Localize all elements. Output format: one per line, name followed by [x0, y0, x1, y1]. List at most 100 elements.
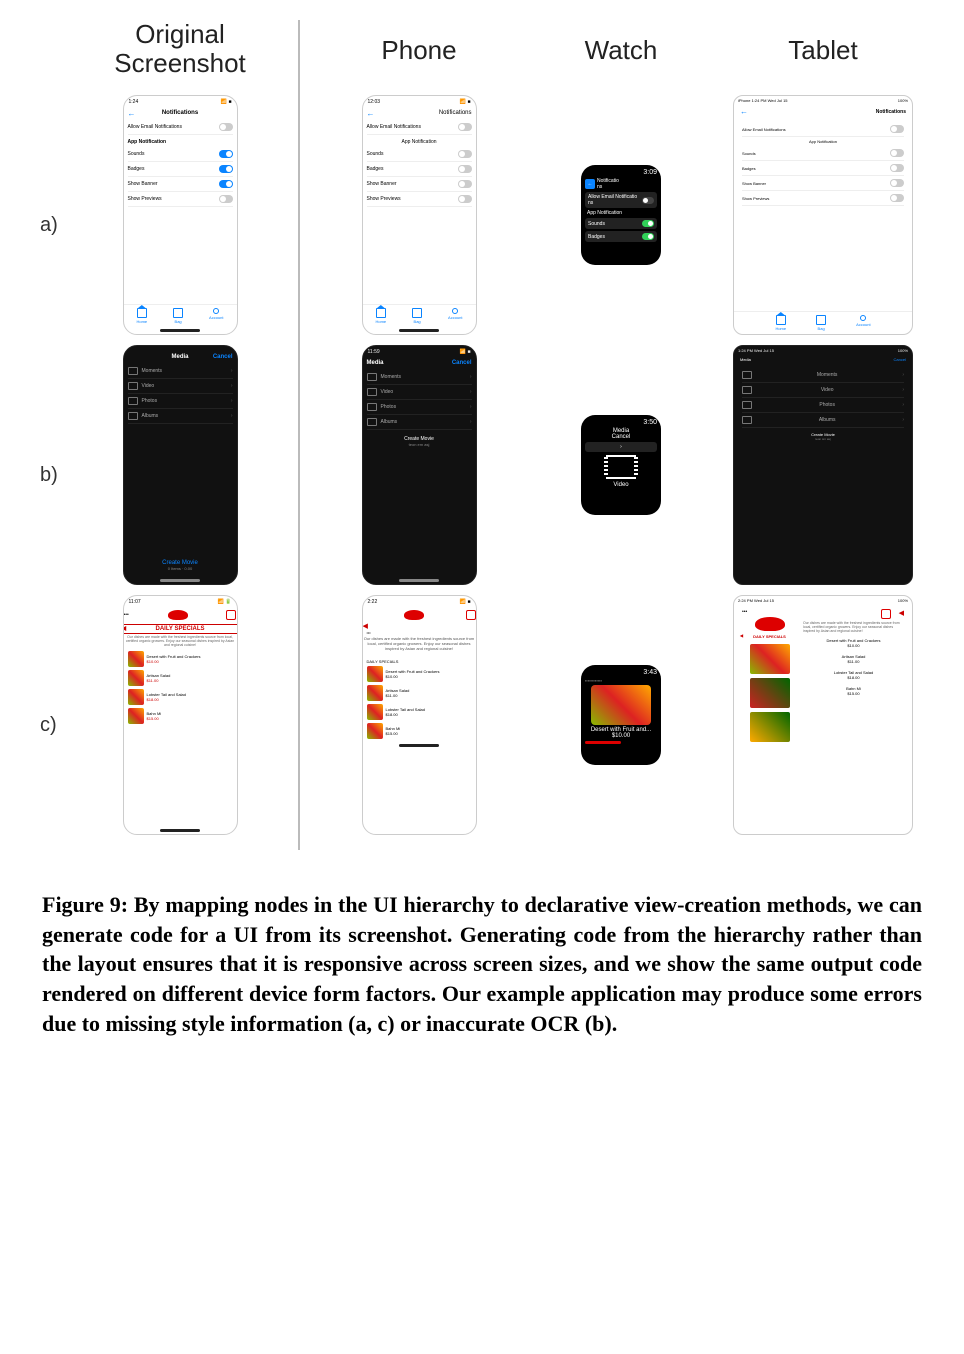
back-icon[interactable]: ←	[740, 107, 748, 116]
header-phone: Phone	[318, 35, 520, 66]
cart-icon[interactable]	[881, 609, 891, 619]
gen-phone-specials: 2:22📶 ■ ◀ ••• Our dishes are made with t…	[362, 595, 477, 835]
toggle[interactable]	[458, 165, 472, 173]
row-albums[interactable]: Albums›	[128, 409, 233, 424]
thumb	[367, 723, 383, 739]
toggle[interactable]	[458, 123, 472, 131]
gen-watch-specials: 3:43 ▪▪▪▪▪▪▪▪▪▪▪▪ Desert with Fruit and.…	[581, 665, 661, 765]
row-photos[interactable]: Photos›	[742, 398, 904, 413]
navbar-title: Media	[740, 357, 751, 362]
row-video[interactable]: Video›	[128, 379, 233, 394]
video-label[interactable]: Video	[585, 482, 657, 488]
row-moments[interactable]: Moments›	[367, 370, 472, 385]
progress-bar	[585, 741, 621, 744]
lips-logo	[404, 610, 424, 620]
label-allow-email: Allow Email Notifications	[367, 124, 421, 130]
food-thumb	[128, 689, 144, 705]
tab-account[interactable]: Account	[856, 315, 870, 331]
menu-item[interactable]: Lobster Tail and Salad$18.00	[128, 689, 233, 705]
label-video: Video	[142, 383, 155, 389]
menu-item[interactable]: Desert with Fruit and Crackers$10.00	[128, 651, 233, 667]
toggle-badges[interactable]	[219, 165, 233, 173]
tab-bag[interactable]: Bag	[816, 315, 826, 331]
tab-home[interactable]: Home	[775, 315, 786, 331]
toggle[interactable]	[642, 197, 654, 204]
figure-caption: Figure 9: By mapping nodes in the UI hie…	[42, 890, 922, 1038]
row-albums[interactable]: Albums›	[367, 415, 472, 430]
menu-item[interactable]: Artisan Salad$11.00	[128, 670, 233, 686]
chevron-row[interactable]: ›	[585, 442, 657, 452]
toggle[interactable]	[642, 233, 654, 240]
toggle[interactable]	[890, 149, 904, 157]
tabbar: Home Bag Account	[124, 304, 237, 327]
gen-tablet-specials: 2:24 PM Wed Jul 15100% ••• DAILY SPECIAL…	[733, 595, 913, 835]
person-icon	[213, 308, 219, 314]
tab-bag[interactable]: Bag	[412, 308, 422, 324]
chevron-icon: ›	[470, 419, 472, 425]
toggle[interactable]	[890, 194, 904, 202]
menu-item[interactable]: Lobster Tail and Salad$18.00	[367, 704, 472, 720]
back-icon[interactable]: ←	[585, 179, 595, 189]
gen-phone-notifications: 12:03📶 ■ ←Notifications Allow Email Noti…	[362, 95, 477, 335]
tab-bag[interactable]: Bag	[173, 308, 183, 324]
section-header: App Notification	[742, 139, 904, 144]
menu-item[interactable]: Artisan Salad$11.00	[367, 685, 472, 701]
cancel-button[interactable]: Cancel	[585, 434, 657, 440]
menu-item[interactable]: Bahn Mi$15.00	[128, 708, 233, 724]
more-icon[interactable]: •••	[124, 612, 129, 618]
status-bar: 1:24 📶 ■	[124, 96, 237, 108]
cart-icon[interactable]	[226, 610, 236, 620]
cancel-button[interactable]: Cancel	[452, 360, 472, 366]
bag-icon	[816, 315, 826, 325]
toggle[interactable]	[890, 179, 904, 187]
food-thumb	[750, 644, 790, 674]
toggle-show-previews[interactable]	[219, 195, 233, 203]
row-label-b: b)	[40, 350, 80, 600]
row-moments[interactable]: Moments›	[742, 368, 904, 383]
cancel-button[interactable]: Cancel	[213, 354, 233, 360]
back-icon[interactable]: ←	[128, 109, 136, 118]
original-specials-phone: 11:07📶 🔋 ••• DAILY SPECIALS Our dishes a…	[123, 595, 238, 835]
toggle-allow-email[interactable]	[219, 123, 233, 131]
tab-account[interactable]: Account	[209, 308, 223, 324]
create-movie-button[interactable]: Create Movie 0 Items · 0.00	[124, 554, 237, 577]
menu-item[interactable]: Bahn Mi$15.00	[367, 723, 472, 739]
toggle[interactable]	[890, 164, 904, 172]
toggle-sounds[interactable]	[219, 150, 233, 158]
toggle[interactable]	[890, 125, 904, 133]
label: Show Previews	[742, 196, 769, 201]
tab-account[interactable]: Account	[448, 308, 462, 324]
chevron-icon: ›	[470, 374, 472, 380]
menu-item[interactable]: Desert with Fruit and Crackers$10.00	[367, 666, 472, 682]
label-sounds: Sounds	[128, 151, 145, 157]
row-moments[interactable]: Moments›	[128, 364, 233, 379]
label: Photos	[756, 402, 898, 408]
more-icon[interactable]: •••	[742, 609, 797, 615]
row-video[interactable]: Video›	[742, 383, 904, 398]
cart-icon[interactable]	[466, 610, 476, 620]
section-app-notification: App Notification	[128, 139, 233, 145]
original-header: Original Screenshot	[114, 20, 246, 80]
tab-label: Account	[448, 315, 462, 320]
back-triangle-icon[interactable]: ◀	[899, 609, 904, 619]
tab-home[interactable]: Home	[136, 308, 147, 324]
status-left: iPhone 1:24 PM Wed Jul 15	[738, 98, 788, 103]
tab-bag-label: Bag	[175, 319, 182, 324]
toggle[interactable]	[458, 150, 472, 158]
toggle[interactable]	[642, 220, 654, 227]
toggle[interactable]	[458, 180, 472, 188]
cancel-button[interactable]: Cancel	[894, 357, 906, 362]
row-video[interactable]: Video›	[367, 385, 472, 400]
back-icon[interactable]: ←	[367, 109, 375, 118]
toggle[interactable]	[458, 195, 472, 203]
toggle-show-banner[interactable]	[219, 180, 233, 188]
row-albums[interactable]: Albums›	[742, 413, 904, 428]
more-icon[interactable]: •••	[363, 630, 476, 635]
row-photos[interactable]: Photos›	[128, 394, 233, 409]
thumb	[367, 704, 383, 720]
tab-label: Home	[375, 319, 386, 324]
row-photos[interactable]: Photos›	[367, 400, 472, 415]
tab-home[interactable]: Home	[375, 308, 386, 324]
generated-columns: Phone Watch Tablet 12:03📶 ■ ←Notificatio…	[318, 20, 924, 850]
person-icon	[860, 315, 866, 321]
